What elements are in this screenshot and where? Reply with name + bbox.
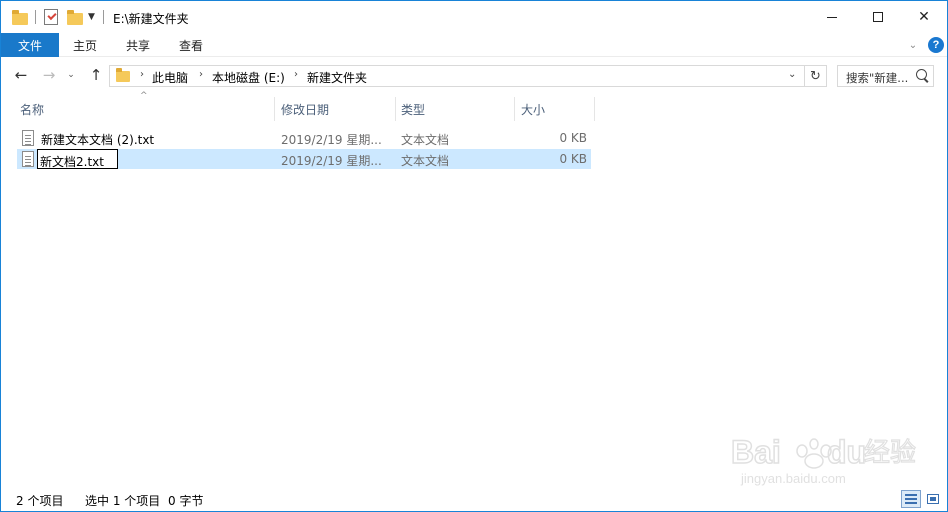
column-header-size[interactable]: 大小 [521,97,591,121]
help-icon[interactable]: ? [928,37,944,53]
large-icons-view-button[interactable] [923,490,943,508]
baidu-jingyan-watermark: Bai du 经验 jingyan.baidu.com [730,433,916,486]
navigation-bar: ← → ⌄ ↑ › 此电脑 › 本地磁盘 (E:) › 新建文件夹 ⌄ ↻ 搜索… [1,58,947,92]
file-size: 0 KB [559,152,587,166]
chevron-right-icon[interactable]: › [199,69,203,80]
new-folder-icon[interactable] [67,10,83,25]
refresh-icon[interactable]: ↻ [805,65,827,87]
back-arrow-icon[interactable]: ← [11,65,31,85]
maximize-button[interactable] [855,1,901,33]
chevron-right-icon[interactable]: › [294,69,298,80]
search-icon[interactable] [916,69,927,80]
recent-locations-icon[interactable]: ⌄ [64,65,78,85]
chevron-down-icon[interactable]: ⌄ [788,69,796,80]
column-divider[interactable] [274,97,275,121]
file-type: 文本文档 [401,154,450,168]
column-header-date[interactable]: 修改日期 [281,97,393,121]
file-size: 0 KB [559,131,587,145]
tab-home[interactable]: 主页 [59,33,111,57]
chevron-down-icon[interactable]: ⌄ [906,38,920,52]
svg-text:Bai: Bai [731,434,781,470]
breadcrumb-this-pc[interactable]: 此电脑 [152,69,188,86]
explorer-window: ▼ E:\新建文件夹 ✕ 文件 主页 共享 查看 ⌄ ? ← → ⌄ ↑ › 此… [0,0,948,512]
chevron-right-icon[interactable]: › [140,69,144,80]
title-bar: ▼ E:\新建文件夹 ✕ [1,1,947,33]
properties-icon[interactable] [44,9,58,25]
minimize-icon [827,16,837,18]
svg-text:jingyan.baidu.com: jingyan.baidu.com [740,471,846,486]
breadcrumb-current-folder[interactable]: 新建文件夹 [307,69,367,86]
svg-text:du: du [827,434,866,470]
minimize-button[interactable] [809,1,855,33]
svg-text:经验: 经验 [864,438,916,468]
folder-icon [116,68,130,82]
close-button[interactable]: ✕ [901,1,947,33]
file-row[interactable]: 新建文本文档 (2).txt 2019/2/19 星期... 文本文档 0 KB [17,128,591,148]
window-title: E:\新建文件夹 [113,12,189,26]
column-divider[interactable] [594,97,595,121]
tab-share[interactable]: 共享 [111,33,165,57]
toolbar-divider [103,10,104,24]
close-icon: ✕ [918,9,930,25]
file-name: 新建文本文档 (2).txt [41,133,155,147]
breadcrumb-local-disk[interactable]: 本地磁盘 (E:) [212,69,285,86]
column-header-type[interactable]: 类型 [401,97,511,121]
rename-input[interactable]: 新文档2.txt [37,149,118,169]
details-view-button[interactable] [901,490,921,508]
large-icons-view-icon [927,494,939,504]
file-date: 2019/2/19 星期... [281,154,382,168]
tab-view[interactable]: 查看 [165,33,217,57]
address-bar[interactable]: › 此电脑 › 本地磁盘 (E:) › 新建文件夹 ⌄ [109,65,805,87]
file-row-selected[interactable]: 新文档2.txt 2019/2/19 星期... 文本文档 0 KB [17,149,591,169]
selection-count: 选中 1 个项目 [85,494,161,508]
toolbar-divider [35,10,36,24]
search-box[interactable]: 搜索"新建... [837,65,934,87]
rename-input-value: 新文档2.txt [40,155,104,169]
forward-arrow-icon[interactable]: → [39,65,59,85]
customize-toolbar-icon[interactable]: ▼ [88,12,95,22]
file-type: 文本文档 [401,133,450,147]
text-file-icon [22,151,34,167]
item-count: 2 个项目 [16,494,64,508]
status-bar: 2 个项目 选中 1 个项目 0 字节 [1,487,947,511]
folder-icon[interactable] [12,10,28,25]
up-arrow-icon[interactable]: ↑ [86,65,106,85]
column-header-name[interactable]: 名称 [20,97,272,121]
details-view-icon [905,494,917,504]
column-divider[interactable] [395,97,396,121]
tab-file[interactable]: 文件 [1,33,59,57]
ribbon-tabs: 文件 主页 共享 查看 ⌄ ? [1,33,947,57]
file-date: 2019/2/19 星期... [281,133,382,147]
selection-size: 0 字节 [168,494,204,508]
text-file-icon [22,130,34,146]
column-divider[interactable] [514,97,515,121]
maximize-icon [873,12,883,22]
search-input[interactable]: 搜索"新建... [846,70,908,86]
